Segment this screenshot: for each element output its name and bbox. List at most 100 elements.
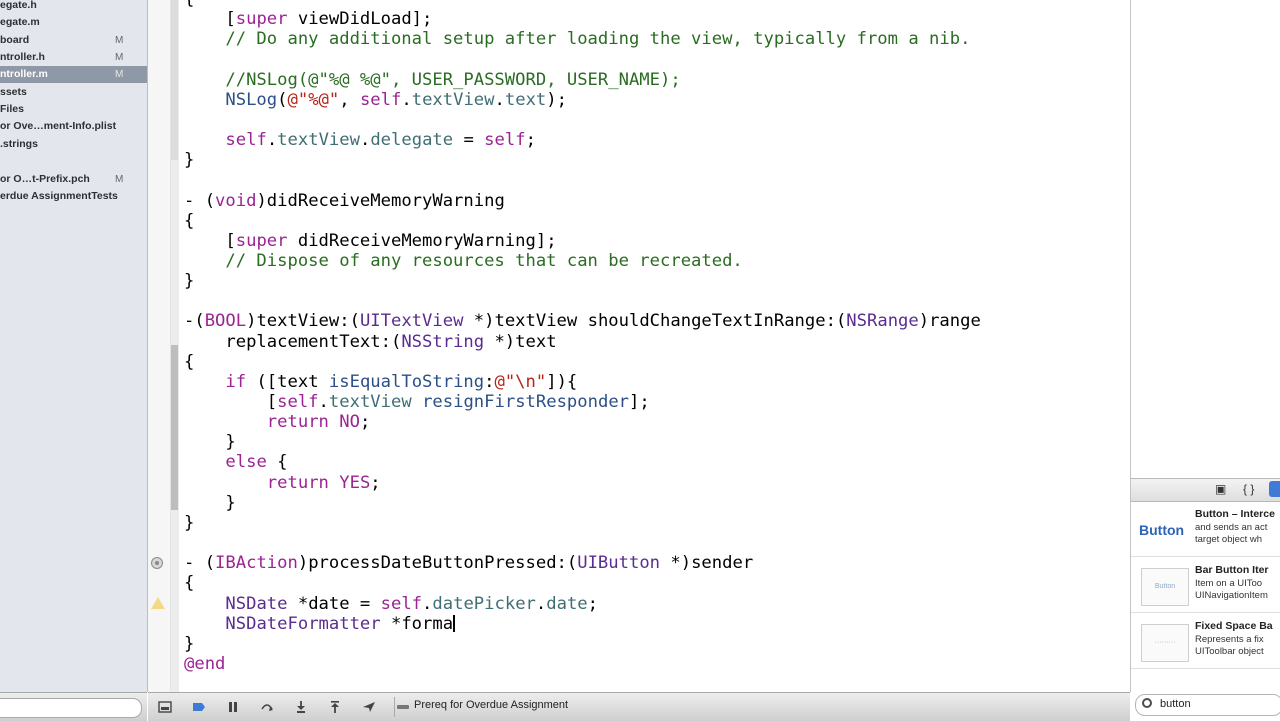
- navigator-file-label: egate.h: [0, 0, 37, 11]
- code-token: //NSLog(@"%@ %@", USER_PASSWORD, USER_NA…: [184, 69, 681, 90]
- code-line[interactable]: // Do any additional setup after loading…: [184, 29, 970, 49]
- code-line[interactable]: NSLog(@"%@", self.textView.text);: [184, 90, 567, 110]
- library-object-item[interactable]: Button Bar Button Iter Item on a UIToo UINa…: [1131, 560, 1280, 613]
- code-line[interactable]: }: [184, 513, 194, 533]
- action-connection-icon[interactable]: [151, 557, 163, 569]
- code-line[interactable]: [self.textView resignFirstResponder];: [184, 392, 650, 412]
- navigator-file-item[interactable]: [0, 153, 147, 170]
- code-token: .: [401, 89, 412, 110]
- navigator-file-item[interactable]: board M: [0, 32, 147, 49]
- code-line[interactable]: }: [184, 271, 194, 291]
- navigator-filter-input[interactable]: [0, 698, 142, 718]
- navigator-file-item[interactable]: Files: [0, 101, 147, 118]
- code-fold-marker[interactable]: [171, 0, 178, 160]
- code-token: [: [184, 392, 278, 412]
- code-token: ;: [359, 412, 371, 433]
- code-line[interactable]: {: [184, 211, 194, 231]
- file-template-library-tab[interactable]: ▣: [1215, 482, 1226, 496]
- library-search-field[interactable]: button: [1135, 694, 1280, 716]
- utilities-panel: ▣ { } Button Button – Interce and sends an…: [1130, 0, 1280, 716]
- line-gutter[interactable]: [148, 0, 171, 692]
- code-token: self: [484, 130, 526, 151]
- library-object-thumbnail: Button: [1141, 568, 1189, 606]
- navigator-file-item[interactable]: egate.m: [0, 14, 147, 31]
- code-line[interactable]: - (IBAction)processDateButtonPressed:(UI…: [184, 553, 753, 573]
- navigator-file-label: .strings: [0, 137, 38, 150]
- code-token: textView: [411, 89, 495, 110]
- code-token: *date =: [287, 593, 381, 614]
- code-line[interactable]: {: [184, 573, 194, 593]
- step-out-icon[interactable]: [328, 701, 342, 713]
- navigator-file-item[interactable]: or O…t-Prefix.pch M: [0, 171, 147, 188]
- code-line[interactable]: -(BOOL)textView:(UITextView *)textView s…: [184, 311, 981, 331]
- code-line[interactable]: }: [184, 634, 194, 654]
- code-token: super: [235, 9, 288, 30]
- code-line[interactable]: //NSLog(@"%@ %@", USER_PASSWORD, USER_NA…: [184, 69, 681, 90]
- source-control-badge: M: [115, 173, 124, 185]
- navigator-file-item[interactable]: ntroller.h M: [0, 49, 147, 66]
- code-line[interactable]: if ([text isEqualToString:@"\n"]){: [184, 372, 577, 392]
- code-token: resignFirstResponder: [422, 392, 630, 412]
- code-line[interactable]: }: [184, 493, 235, 513]
- code-token: - (: [184, 190, 216, 211]
- code-line[interactable]: - (void)didReceiveMemoryWarning: [184, 191, 505, 211]
- object-library-tab[interactable]: [1269, 481, 1280, 497]
- navigator-file-item[interactable]: ssets: [0, 84, 147, 101]
- code-line[interactable]: [super didReceiveMemoryWarning];: [184, 231, 556, 251]
- step-into-icon[interactable]: [294, 701, 308, 713]
- code-fold-marker[interactable]: [171, 345, 178, 510]
- code-line[interactable]: NSDate *date = self.datePicker.date;: [184, 594, 598, 614]
- navigator-file-item[interactable]: egate.h: [0, 0, 147, 14]
- hide-debug-area-icon[interactable]: [158, 701, 172, 713]
- code-token: NO: [339, 412, 360, 433]
- code-line[interactable]: self.textView.delegate = self;: [184, 130, 536, 150]
- code-token: YES: [339, 472, 371, 493]
- code-token: ;: [370, 472, 381, 493]
- code-token: delegate: [370, 130, 454, 151]
- code-line[interactable]: }: [184, 150, 194, 170]
- source-editor[interactable]: { [super viewDidLoad]; // Do any additio…: [184, 0, 1124, 690]
- code-line[interactable]: {: [184, 352, 194, 372]
- code-line[interactable]: else {: [184, 452, 287, 472]
- code-line[interactable]: [super viewDidLoad];: [184, 9, 432, 29]
- code-token: .: [535, 593, 547, 614]
- code-token: *)sender: [660, 553, 754, 574]
- code-token: ]){: [546, 371, 578, 392]
- code-line[interactable]: // Dispose of any resources that can be …: [184, 251, 742, 271]
- library-object-item[interactable]: Button Button – Interce and sends an act ta…: [1131, 504, 1280, 557]
- code-line[interactable]: @end: [184, 654, 225, 674]
- code-token: (: [277, 89, 288, 110]
- code-token: );: [546, 89, 567, 110]
- pause-icon[interactable]: [226, 701, 240, 713]
- breakpoints-toggle-icon[interactable]: [192, 701, 206, 713]
- warning-icon[interactable]: [151, 597, 165, 609]
- code-token: text: [504, 89, 547, 110]
- debug-scheme-label[interactable]: Prereq for Overdue Assignment: [414, 699, 568, 711]
- code-line[interactable]: }: [184, 432, 235, 452]
- code-line[interactable]: NSDateFormatter *forma: [184, 613, 456, 634]
- code-line[interactable]: return NO;: [184, 412, 371, 433]
- navigator-file-label: ssets: [0, 85, 27, 98]
- code-snippet-library-tab[interactable]: { }: [1243, 482, 1254, 496]
- code-token: if: [225, 371, 247, 392]
- code-token: )processDateButtonPressed:(: [297, 553, 578, 574]
- code-token: NSString: [401, 331, 485, 352]
- code-token: *forma: [380, 613, 454, 634]
- code-line[interactable]: replacementText:(NSString *)text: [184, 331, 556, 352]
- code-token: - (: [184, 553, 216, 574]
- code-token: ,: [339, 89, 360, 110]
- navigator-file-item[interactable]: ntroller.m M: [0, 66, 147, 84]
- navigator-file-item[interactable]: .strings: [0, 136, 147, 153]
- code-token: self: [380, 593, 423, 614]
- code-line[interactable]: {: [184, 0, 194, 9]
- navigator-file-item[interactable]: erdue AssignmentTests: [0, 188, 147, 205]
- library-object-item[interactable]: ········· Fixed Space Ba Represents a fix U…: [1131, 616, 1280, 669]
- simulate-location-icon[interactable]: [362, 701, 376, 713]
- code-token: {: [184, 573, 195, 594]
- code-line[interactable]: return YES;: [184, 473, 381, 493]
- step-over-icon[interactable]: [260, 701, 274, 713]
- navigator-file-item[interactable]: or Ove…ment-Info.plist: [0, 118, 147, 135]
